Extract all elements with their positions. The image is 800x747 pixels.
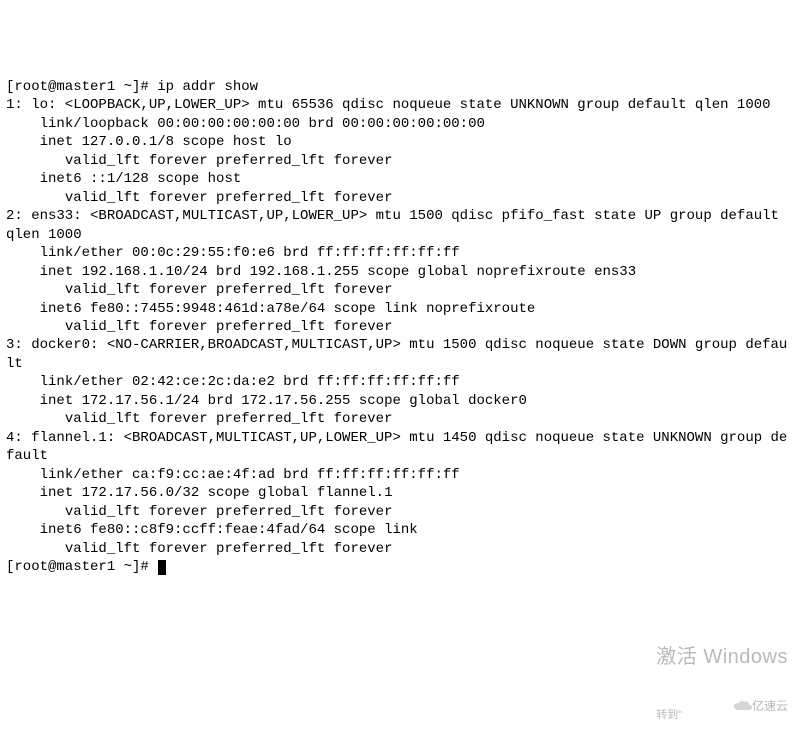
cursor-icon <box>158 560 166 575</box>
windows-activation-watermark: 激活 Windows 转到" <box>656 608 788 741</box>
watermark-subtitle: 转到" <box>656 708 788 723</box>
watermark-title: 激活 Windows <box>656 644 788 670</box>
shell-prompt: [root@master1 ~]# <box>6 79 157 95</box>
brand-logo: 亿速云 <box>727 683 788 715</box>
terminal-output[interactable]: [root@master1 ~]# ip addr show 1: lo: <L… <box>6 78 794 577</box>
shell-prompt: [root@master1 ~]# <box>6 559 157 575</box>
command-text: ip addr show <box>157 79 258 95</box>
command-output: 1: lo: <LOOPBACK,UP,LOWER_UP> mtu 65536 … <box>6 97 787 556</box>
